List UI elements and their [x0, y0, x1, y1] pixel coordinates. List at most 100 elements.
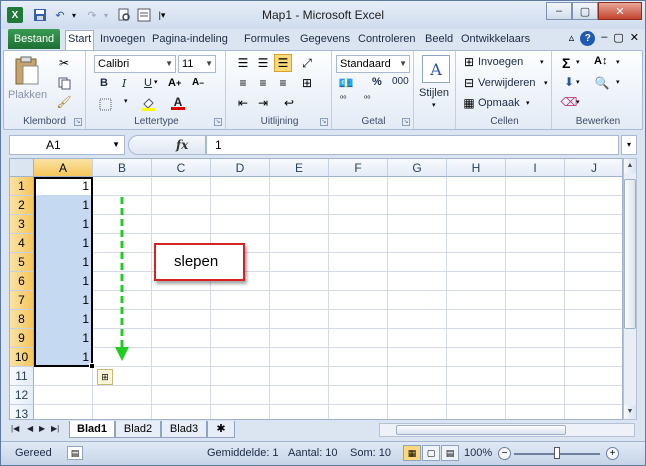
align-bottom-icon[interactable]: ☰	[274, 54, 292, 72]
thousands-button[interactable]: 000	[392, 76, 409, 87]
paste-icon[interactable]	[12, 55, 42, 87]
minimize-button[interactable]: –	[546, 2, 572, 20]
row-header-13[interactable]: 13	[10, 405, 34, 419]
tab-invoegen[interactable]: Invoegen	[98, 31, 147, 49]
column-header-f[interactable]: F	[329, 159, 388, 177]
decrease-decimal-icon[interactable]: ⁰⁰	[364, 95, 370, 103]
bold-button[interactable]: B	[100, 77, 108, 89]
chevron-down-icon[interactable]: ▾	[576, 58, 580, 66]
insert-function-button[interactable]: fx	[176, 138, 188, 152]
cell-a10[interactable]: 1	[34, 348, 93, 367]
chevron-down-icon[interactable]: ▾	[432, 101, 436, 109]
align-left-icon[interactable]: ≡	[234, 75, 252, 91]
cell-a3[interactable]: 1	[34, 215, 93, 234]
zoom-level[interactable]: 100%	[464, 447, 492, 459]
row-header-11[interactable]: 11	[10, 367, 34, 386]
chevron-down-icon[interactable]: ▾	[540, 58, 544, 66]
insert-cells-button[interactable]: Invoegen	[478, 56, 523, 68]
cut-icon[interactable]: ✂	[56, 55, 72, 71]
clear-icon[interactable]: ⌫	[561, 95, 578, 109]
align-middle-icon[interactable]: ☰	[254, 55, 272, 71]
tab-bestand[interactable]: Bestand	[8, 29, 60, 49]
borders-icon[interactable]	[98, 97, 112, 111]
row-header-6[interactable]: 6	[10, 272, 34, 291]
klembord-launcher-icon[interactable]: ↘	[74, 118, 82, 126]
font-name-combo[interactable]: Calibri ▼	[94, 55, 176, 73]
chevron-down-icon[interactable]: ▾	[616, 78, 620, 86]
row-header-2[interactable]: 2	[10, 196, 34, 215]
macro-record-icon[interactable]: ▤	[67, 446, 83, 460]
column-header-b[interactable]: B	[93, 159, 152, 177]
increase-indent-icon[interactable]: ⇥	[254, 95, 272, 111]
page-layout-view-icon[interactable]: ▢	[422, 445, 440, 461]
column-header-d[interactable]: D	[211, 159, 270, 177]
page-break-view-icon[interactable]: ▤	[441, 445, 459, 461]
tab-start[interactable]: Start	[65, 30, 95, 50]
doc-close-icon[interactable]: ✕	[630, 31, 639, 46]
format-cells-button[interactable]: Opmaak	[478, 97, 520, 109]
row-header-7[interactable]: 7	[10, 291, 34, 310]
grow-font-icon[interactable]: A +	[168, 77, 181, 89]
column-header-a[interactable]: A	[34, 159, 93, 177]
tab-pagina-indeling[interactable]: Pagina-indeling	[150, 31, 230, 49]
styles-button-label[interactable]: Stijlen	[419, 87, 449, 99]
chevron-down-icon[interactable]: ▾	[576, 98, 580, 106]
align-center-icon[interactable]: ≡	[254, 75, 272, 91]
chevron-down-icon[interactable]: ▾	[616, 58, 620, 66]
row-header-4[interactable]: 4	[10, 234, 34, 253]
find-select-icon[interactable]: 🔍	[594, 75, 610, 91]
row-header-1[interactable]: 1	[10, 177, 34, 196]
italic-button[interactable]: I	[122, 77, 126, 90]
percent-button[interactable]: %	[372, 76, 382, 88]
scroll-down-icon[interactable]: ▼	[624, 405, 636, 419]
format-cells-icon[interactable]: ▦	[462, 96, 476, 110]
chevron-down-icon[interactable]: ▾	[544, 79, 548, 87]
tab-gegevens[interactable]: Gegevens	[298, 31, 352, 49]
chevron-down-icon[interactable]: ▾	[124, 97, 128, 105]
row-header-9[interactable]: 9	[10, 329, 34, 348]
tab-formules[interactable]: Formules	[242, 31, 292, 49]
fill-handle[interactable]	[89, 363, 95, 369]
insert-cells-icon[interactable]: ⊞	[462, 55, 476, 69]
scroll-up-icon[interactable]: ▲	[624, 159, 636, 173]
font-size-combo[interactable]: 11 ▼	[178, 55, 216, 73]
font-color-icon[interactable]: A	[170, 95, 186, 111]
getal-launcher-icon[interactable]: ↘	[402, 118, 410, 126]
chevron-down-icon[interactable]: ▾	[526, 99, 530, 107]
prev-sheet-icon[interactable]: ◀	[27, 424, 33, 433]
vertical-scrollbar[interactable]: ▲ ▼	[623, 158, 637, 420]
chevron-down-icon[interactable]: ▾	[154, 78, 158, 86]
minimize-ribbon-icon[interactable]: ▵	[569, 31, 575, 46]
sheet-tab-blad2[interactable]: Blad2	[115, 421, 161, 438]
zoom-in-button[interactable]: +	[606, 447, 619, 460]
horizontal-scroll-thumb[interactable]	[396, 425, 566, 435]
sort-filter-icon[interactable]: A↕	[594, 55, 607, 67]
currency-icon[interactable]: 💶	[338, 75, 354, 91]
zoom-slider-thumb[interactable]	[554, 447, 560, 459]
row-header-10[interactable]: 10	[10, 348, 34, 367]
delete-cells-button[interactable]: Verwijderen	[478, 77, 535, 89]
expand-formula-bar-icon[interactable]: ▾	[621, 135, 637, 155]
cell-a7[interactable]: 1	[34, 291, 93, 310]
restore-button[interactable]: ▢	[572, 2, 598, 20]
uitlijning-launcher-icon[interactable]: ↘	[320, 118, 328, 126]
column-header-j[interactable]: J	[565, 159, 622, 177]
row-header-3[interactable]: 3	[10, 215, 34, 234]
shrink-font-icon[interactable]: A −	[192, 77, 204, 88]
fill-color-icon[interactable]	[140, 95, 156, 111]
column-header-i[interactable]: I	[506, 159, 565, 177]
name-box[interactable]: A1 ▼	[9, 135, 125, 155]
horizontal-scrollbar[interactable]	[379, 423, 635, 437]
delete-cells-icon[interactable]: ⊟	[462, 76, 476, 90]
format-painter-icon[interactable]: 🖌	[56, 94, 72, 110]
sheet-tab-blad1[interactable]: Blad1	[69, 421, 115, 438]
help-icon[interactable]: ?	[580, 31, 596, 46]
column-header-c[interactable]: C	[152, 159, 211, 177]
tab-beeld[interactable]: Beeld	[423, 31, 455, 49]
cell-a1[interactable]: 1	[34, 177, 93, 196]
cell-a8[interactable]: 1	[34, 310, 93, 329]
increase-decimal-icon[interactable]: ⁰⁰	[340, 95, 346, 103]
column-header-h[interactable]: H	[447, 159, 506, 177]
last-sheet-icon[interactable]: ▶|	[51, 424, 59, 433]
merge-icon[interactable]: ⊞	[298, 75, 316, 91]
